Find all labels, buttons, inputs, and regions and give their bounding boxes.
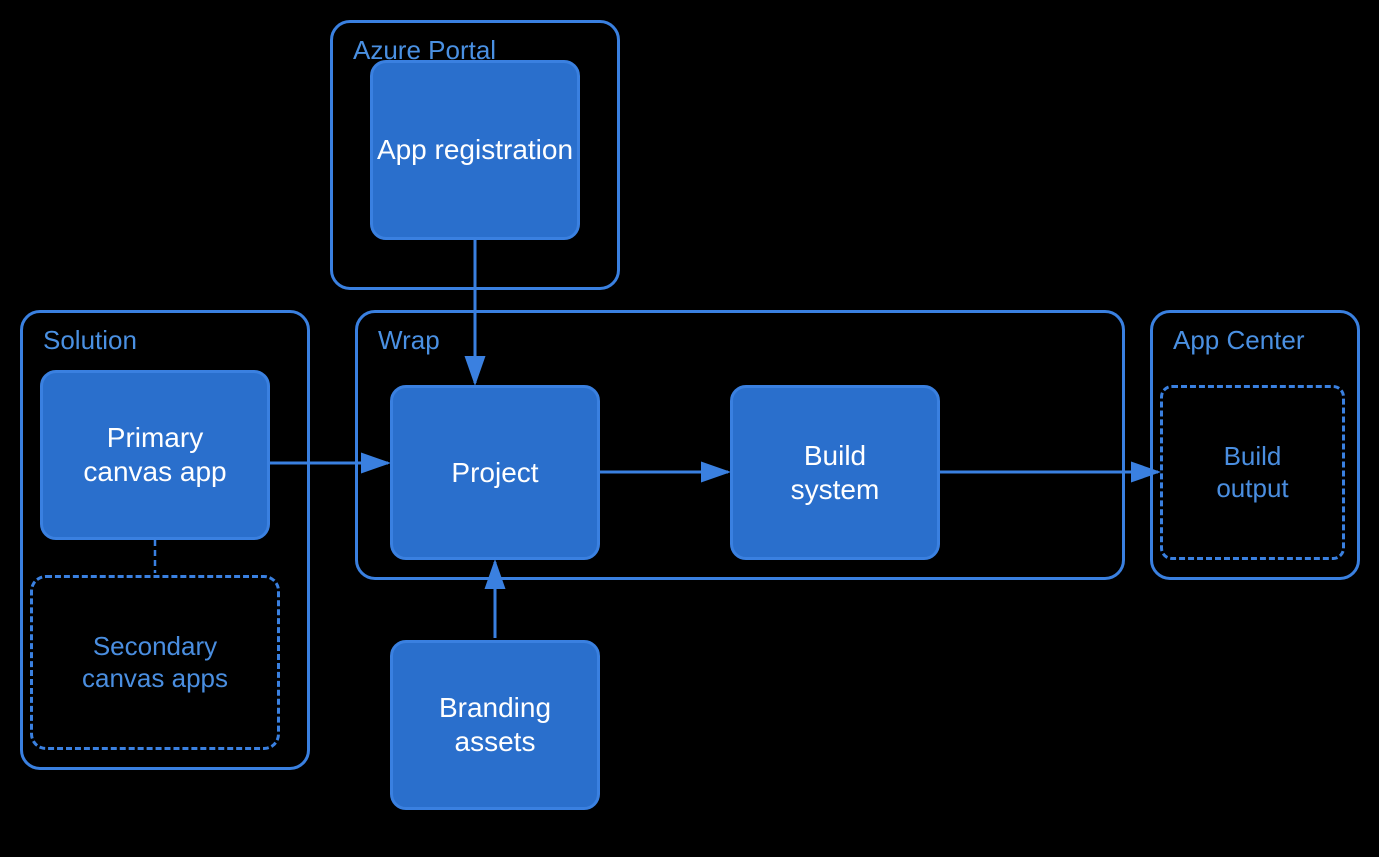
- project-label: Project: [451, 456, 538, 490]
- build-system-label: Buildsystem: [791, 439, 880, 506]
- build-output-label: Buildoutput: [1216, 441, 1288, 503]
- diagram: Azure Portal App registration Solution P…: [0, 0, 1379, 857]
- app-registration-label: App registration: [377, 133, 573, 167]
- wrap-label: Wrap: [378, 325, 440, 356]
- project-box: Project: [390, 385, 600, 560]
- secondary-canvas-apps-box: Secondarycanvas apps: [30, 575, 280, 750]
- primary-canvas-app-label: Primarycanvas app: [83, 421, 226, 488]
- branding-assets-box: Brandingassets: [390, 640, 600, 810]
- branding-assets-label: Brandingassets: [439, 691, 551, 758]
- build-system-box: Buildsystem: [730, 385, 940, 560]
- app-center-label: App Center: [1173, 325, 1305, 356]
- app-registration-box: App registration: [370, 60, 580, 240]
- build-output-box: Buildoutput: [1160, 385, 1345, 560]
- primary-canvas-app-box: Primarycanvas app: [40, 370, 270, 540]
- solution-label: Solution: [43, 325, 137, 356]
- secondary-canvas-apps-label: Secondarycanvas apps: [82, 631, 228, 693]
